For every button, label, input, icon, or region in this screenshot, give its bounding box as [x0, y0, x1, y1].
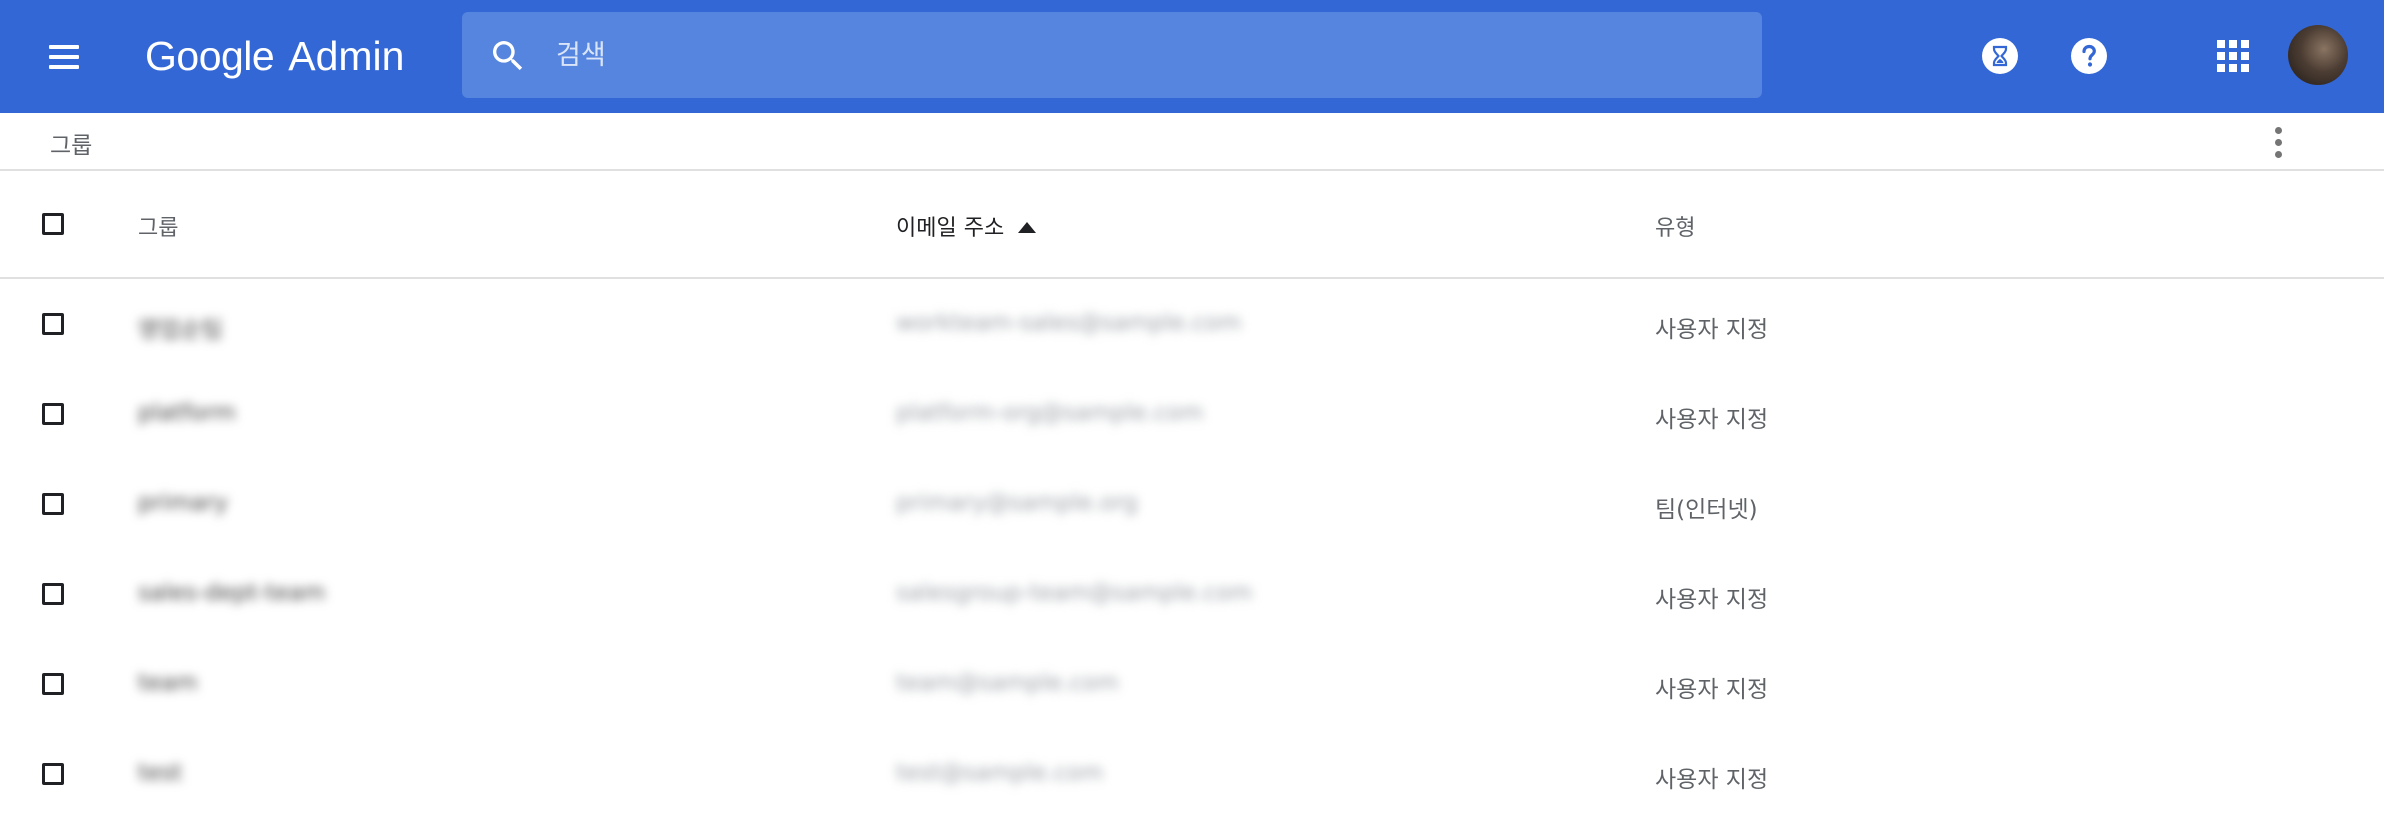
column-header-type[interactable]: 유형: [1655, 210, 1695, 242]
type-cell: 사용자 지정: [1655, 407, 1769, 433]
email-cell: primary@sample.org: [896, 490, 1138, 516]
sort-ascending-icon: [1018, 221, 1037, 233]
type-cell: 팀(인터넷): [1655, 497, 1758, 523]
group-name-cell[interactable]: primary: [138, 490, 228, 516]
account-avatar[interactable]: [2288, 25, 2348, 85]
table-row[interactable]: team team@sample.com 사용자 지정: [0, 639, 2384, 729]
column-header-email[interactable]: 이메일 주소: [896, 210, 1037, 242]
table-header: 그룹 이메일 주소 유형: [0, 171, 2384, 279]
search-input[interactable]: [556, 30, 1706, 80]
type-cell: 사용자 지정: [1655, 587, 1769, 613]
google-admin-logo[interactable]: Google Admin: [145, 28, 404, 84]
logo-product: Admin: [288, 32, 405, 79]
email-cell: team@sample.com: [896, 670, 1119, 696]
page-subheader: 그룹: [0, 113, 2384, 171]
email-cell: workteam-sales@sample.com: [896, 310, 1242, 336]
group-name-cell[interactable]: sales-dept-team: [138, 580, 325, 606]
group-name-cell[interactable]: 영업순팀: [138, 310, 223, 344]
menu-icon-bar: [49, 65, 79, 69]
table-row[interactable]: test test@sample.com 사용자 지정: [0, 729, 2384, 819]
column-header-email-label: 이메일 주소: [896, 216, 1005, 241]
logo-brand: Google: [145, 32, 275, 79]
email-cell: test@sample.com: [896, 760, 1104, 786]
type-cell: 사용자 지정: [1655, 767, 1769, 793]
more-vert-icon-dot: [2274, 150, 2282, 158]
help-button[interactable]: [2069, 36, 2109, 76]
row-checkbox[interactable]: [42, 673, 64, 695]
row-checkbox[interactable]: [42, 313, 64, 335]
hourglass-icon: [1982, 38, 2018, 74]
search-icon[interactable]: [488, 36, 528, 76]
row-checkbox[interactable]: [42, 583, 64, 605]
column-header-group[interactable]: 그룹: [138, 210, 178, 242]
select-all-checkbox[interactable]: [42, 213, 64, 235]
groups-table: 그룹 이메일 주소 유형 영업순팀 workteam-sales@sample.…: [0, 171, 2384, 819]
group-name-cell[interactable]: platform: [138, 400, 236, 426]
more-options-button[interactable]: [2262, 122, 2294, 162]
search-bar[interactable]: [462, 12, 1762, 98]
table-row[interactable]: primary primary@sample.org 팀(인터넷): [0, 459, 2384, 549]
tasks-button[interactable]: [1980, 36, 2020, 76]
table-row[interactable]: sales-dept-team salesgroup-team@sample.c…: [0, 549, 2384, 639]
group-name-cell[interactable]: test: [138, 760, 182, 786]
breadcrumb: 그룹: [50, 133, 93, 159]
table-row[interactable]: platform platform-org@sample.com 사용자 지정: [0, 369, 2384, 459]
table-row[interactable]: 영업순팀 workteam-sales@sample.com 사용자 지정: [0, 279, 2384, 369]
more-vert-icon-dot: [2274, 126, 2282, 134]
main-menu-button[interactable]: [40, 33, 88, 81]
type-cell: 사용자 지정: [1655, 677, 1769, 703]
menu-icon-bar: [49, 55, 79, 59]
row-checkbox[interactable]: [42, 763, 64, 785]
email-cell: salesgroup-team@sample.com: [896, 580, 1253, 606]
top-app-bar: Google Admin: [0, 0, 2384, 113]
email-cell: platform-org@sample.com: [896, 400, 1204, 426]
type-cell: 사용자 지정: [1655, 317, 1769, 343]
more-vert-icon-dot: [2274, 138, 2282, 146]
group-name-cell[interactable]: team: [138, 670, 198, 696]
row-checkbox[interactable]: [42, 493, 64, 515]
menu-icon-bar: [49, 45, 79, 49]
help-icon: [2071, 38, 2107, 74]
row-checkbox[interactable]: [42, 403, 64, 425]
apps-launcher-button[interactable]: [2215, 38, 2251, 74]
apps-grid-icon: [2217, 40, 2249, 72]
